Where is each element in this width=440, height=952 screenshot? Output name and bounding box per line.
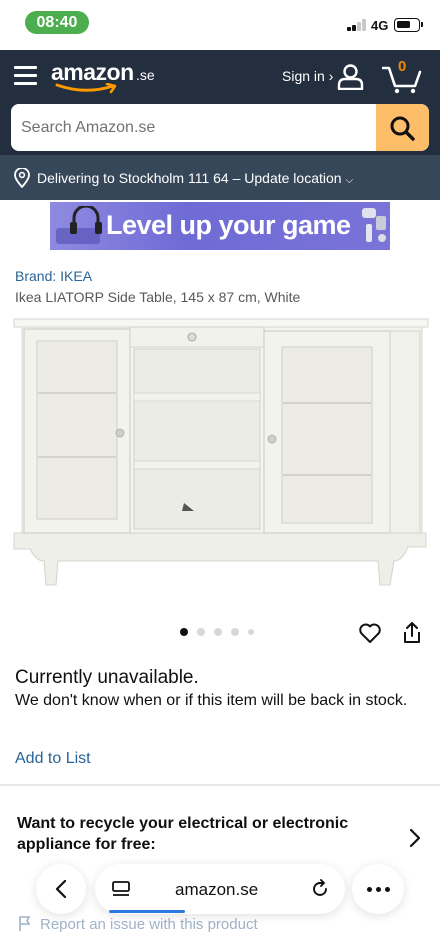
availability-status: Currently unavailable. — [15, 667, 199, 688]
promo-banner[interactable]: Level up your game — [50, 202, 390, 250]
add-to-list-link[interactable]: Add to List — [15, 750, 91, 768]
more-icon — [367, 887, 372, 892]
report-issue-link[interactable]: Report an issue with this product — [40, 916, 258, 933]
hamburger-icon[interactable] — [14, 66, 37, 86]
address-bar[interactable]: amazon.se — [95, 864, 345, 914]
back-icon — [55, 880, 67, 898]
network-label: 4G — [371, 18, 389, 33]
share-icon[interactable] — [401, 621, 423, 645]
search-bar — [11, 104, 429, 151]
cart-button[interactable]: 0 — [382, 58, 422, 94]
browser-back-button[interactable] — [36, 864, 86, 914]
battery-icon — [394, 18, 423, 32]
status-bar: 08:40 4G — [0, 0, 440, 50]
more-options-button[interactable] — [352, 864, 404, 914]
delivery-location-bar[interactable]: Delivering to Stockholm 111 64 – Update … — [0, 155, 440, 200]
logo-suffix: .se — [136, 67, 155, 83]
carousel-dot[interactable] — [214, 628, 222, 636]
chevron-right-icon[interactable] — [408, 828, 422, 848]
heart-icon[interactable] — [358, 622, 382, 644]
amazon-logo[interactable]: amazon .se — [51, 59, 161, 95]
carousel-dot[interactable] — [248, 629, 254, 635]
availability-detail: We don't know when or if this item will … — [15, 692, 408, 709]
chevron-down-icon: ⌵ — [345, 175, 354, 186]
brand-link[interactable]: Brand: IKEA — [15, 268, 92, 284]
smile-arrow-icon — [55, 83, 117, 94]
location-pin-icon — [14, 168, 30, 188]
page-load-progress — [109, 910, 185, 913]
carousel-dot[interactable] — [180, 628, 188, 636]
flag-icon — [19, 916, 31, 931]
gadget-icon — [362, 208, 386, 242]
sign-in-link[interactable]: Sign in › — [282, 68, 333, 84]
recycle-offer-text[interactable]: Want to recycle your electrical or elect… — [17, 813, 397, 855]
search-input[interactable] — [11, 104, 376, 151]
status-time: 08:40 — [25, 11, 89, 34]
url-text: amazon.se — [175, 880, 259, 899]
delivery-label: Delivering to Stockholm 111 64 – Update … — [37, 170, 342, 186]
tabs-icon[interactable] — [112, 881, 130, 897]
headset-icon — [56, 206, 102, 244]
battery-level — [397, 21, 410, 28]
search-icon — [390, 116, 415, 141]
section-divider — [0, 784, 440, 786]
product-image[interactable] — [10, 309, 430, 589]
product-title: Ikea LIATORP Side Table, 145 x 87 cm, Wh… — [15, 289, 301, 305]
carousel-dot[interactable] — [197, 628, 205, 636]
cart-count: 0 — [398, 58, 407, 75]
logo-text: amazon — [51, 59, 134, 85]
reload-icon[interactable] — [310, 879, 330, 899]
carousel-dot[interactable] — [231, 628, 239, 636]
site-header: amazon .se Sign in › 0 — [0, 50, 440, 155]
search-button[interactable] — [376, 104, 429, 151]
banner-text: Level up your game — [106, 210, 351, 240]
delivery-text: Delivering to Stockholm 111 64 – Update … — [37, 170, 353, 186]
signal-icon — [347, 19, 367, 31]
user-icon[interactable] — [337, 63, 364, 90]
